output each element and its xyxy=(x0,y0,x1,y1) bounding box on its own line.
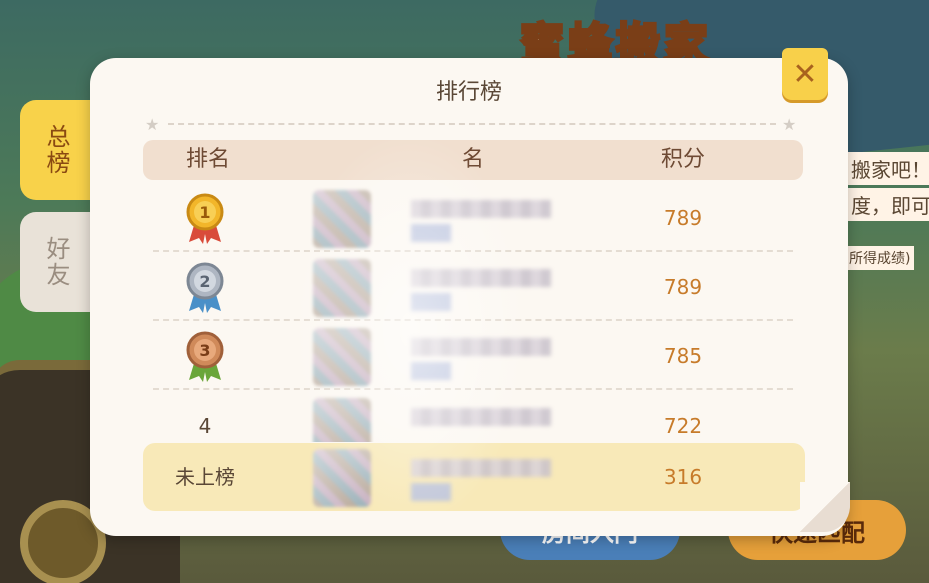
table-row[interactable]: 2 789 xyxy=(153,253,793,321)
table-header: 排名 名 积分 xyxy=(143,140,803,180)
background-hint-2: 度，即可 xyxy=(845,188,929,221)
player-name-blurred xyxy=(411,200,551,218)
svg-text:3: 3 xyxy=(199,341,210,360)
tab-friends[interactable]: 好友 xyxy=(20,212,92,312)
player-tag-blurred xyxy=(411,362,451,380)
title-divider xyxy=(168,123,776,125)
avatar xyxy=(313,328,371,386)
star-left-icon: ★ xyxy=(145,115,160,134)
my-avatar xyxy=(313,449,371,507)
header-rank: 排名 xyxy=(185,147,230,172)
background-hint-3: 所得成绩) xyxy=(845,246,915,270)
player-name-blurred xyxy=(411,408,551,426)
player-score: 722 xyxy=(663,414,703,438)
star-right-icon: ★ xyxy=(782,115,797,134)
player-tag-blurred xyxy=(411,293,451,311)
rank-number: 4 xyxy=(198,414,212,438)
svg-text:2: 2 xyxy=(199,272,210,291)
player-score: 789 xyxy=(663,206,703,230)
gold-medal-icon: 1 xyxy=(186,193,224,244)
header-score: 积分 xyxy=(660,147,705,172)
tab-overall[interactable]: 总榜 xyxy=(20,100,92,200)
game-scene: 蜜蜂搬家 搬家吧！ 度，即可 所得成绩) 房间入门 快速匹配 总榜 好友 排行榜… xyxy=(0,0,929,583)
avatar xyxy=(313,398,371,442)
header-name: 名 xyxy=(461,147,484,172)
player-score: 785 xyxy=(663,344,703,368)
my-tag-blurred xyxy=(411,483,451,501)
player-name-blurred xyxy=(411,338,551,356)
my-name-blurred xyxy=(411,459,551,477)
close-button[interactable]: ✕ xyxy=(782,48,828,100)
my-rank-row: 未上榜 316 xyxy=(143,443,805,511)
my-score: 316 xyxy=(663,465,703,489)
my-rank-label: 未上榜 xyxy=(175,465,235,489)
player-name-blurred xyxy=(411,269,551,287)
background-hint-1: 搬家吧！ xyxy=(845,152,929,185)
row-divider xyxy=(153,319,793,321)
bronze-medal-icon: 3 xyxy=(186,331,224,382)
avatar xyxy=(313,190,371,248)
avatar xyxy=(313,259,371,317)
row-divider xyxy=(153,250,793,252)
svg-text:1: 1 xyxy=(199,203,210,222)
panel-title: 排行榜 xyxy=(435,80,502,105)
player-tag-blurred xyxy=(411,224,451,242)
row-divider xyxy=(153,388,793,390)
player-score: 789 xyxy=(663,275,703,299)
table-row[interactable]: 1 789 xyxy=(153,184,793,252)
table-row[interactable]: 4 722 xyxy=(153,392,793,442)
silver-medal-icon: 2 xyxy=(186,262,224,313)
table-row[interactable]: 3 785 xyxy=(153,322,793,390)
